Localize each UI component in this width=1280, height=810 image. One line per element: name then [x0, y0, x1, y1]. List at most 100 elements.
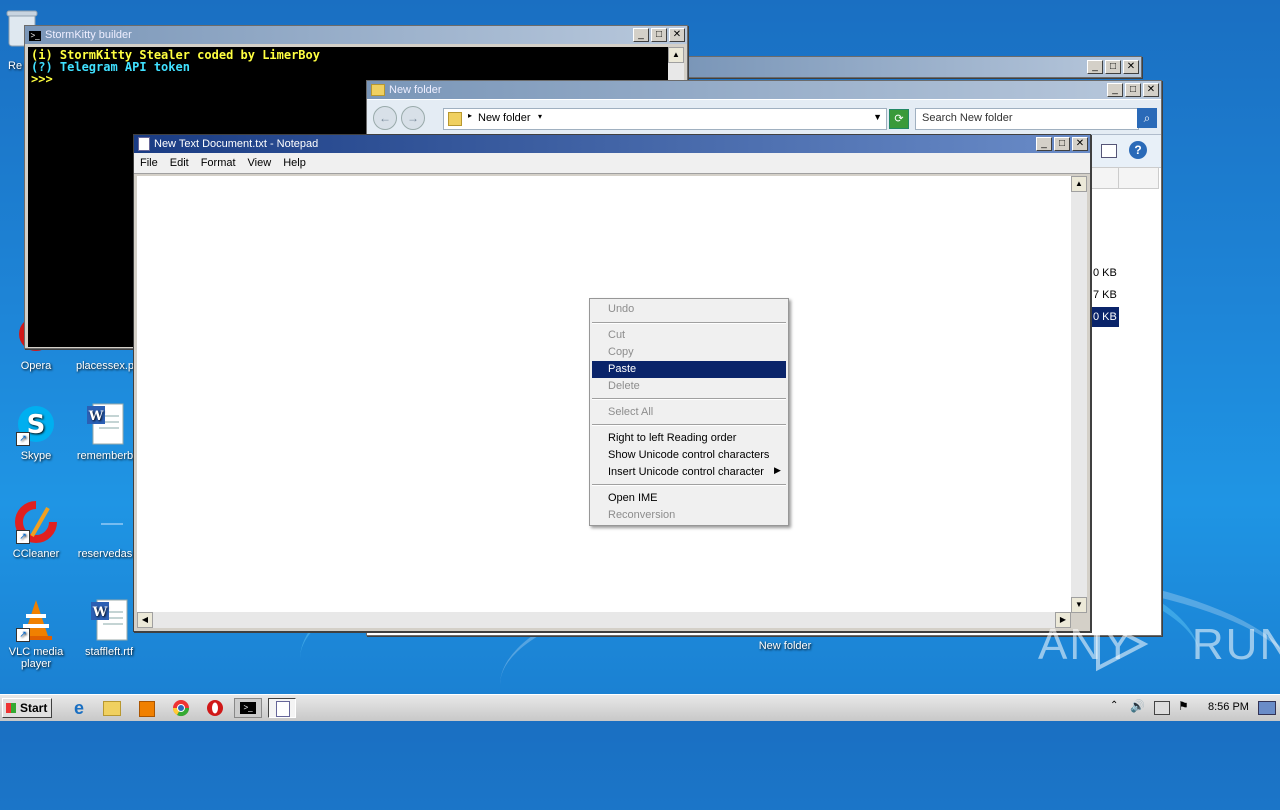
desktop-icon-rememberb[interactable]: W rememberb — [72, 402, 138, 462]
horizontal-scrollbar[interactable]: ◀ ▶ — [137, 612, 1071, 628]
watermark-text: ANY RUN — [1038, 620, 1280, 669]
context-menu-reconversion[interactable]: Reconversion — [592, 507, 786, 524]
folder-icon — [448, 112, 462, 126]
desktop-icon-skype[interactable]: S ↗ Skype — [3, 402, 69, 462]
desktop-icon-ccleaner[interactable]: ↗ CCleaner — [3, 500, 69, 560]
start-button[interactable]: Start — [2, 698, 52, 718]
desktop-icon-vlc[interactable]: ↗ VLC media player — [3, 598, 69, 670]
desktop-icon-label: Re — [8, 60, 23, 72]
address-dropdown-icon[interactable]: ▼ — [873, 112, 882, 122]
context-menu-show-unicode[interactable]: Show Unicode control characters — [592, 447, 786, 464]
maximize-button[interactable]: □ — [651, 28, 667, 42]
watermark: ANY RUN — [1038, 612, 1280, 672]
desktop-icon-label: placessex.p — [75, 360, 135, 372]
maximize-button[interactable]: □ — [1125, 83, 1141, 97]
vertical-scrollbar[interactable]: ▲ ▼ — [1071, 176, 1087, 613]
context-menu: Undo Cut Copy Paste Delete Select All Ri… — [589, 298, 789, 526]
word-document-icon: W — [87, 598, 131, 642]
console-title: StormKitty builder — [45, 29, 132, 41]
background-window[interactable]: _ □ ✕ — [686, 56, 1142, 78]
context-menu-insert-unicode[interactable]: Insert Unicode control character — [592, 464, 786, 481]
file-size-cell: 0 KB — [1093, 267, 1117, 279]
forward-button[interactable]: → — [401, 106, 425, 130]
console-app-icon: >_ — [29, 31, 41, 41]
close-button[interactable]: ✕ — [1072, 137, 1088, 151]
notepad-taskbar-button[interactable] — [268, 698, 296, 718]
action-center-flag-icon[interactable]: ⚑ — [1178, 699, 1189, 713]
scroll-up-button[interactable]: ▲ — [1071, 176, 1087, 192]
menu-edit[interactable]: Edit — [164, 157, 195, 169]
desktop-icon-label: VLC media player — [8, 646, 64, 670]
svg-text:W: W — [92, 605, 108, 620]
back-button[interactable]: ← — [373, 106, 397, 130]
shortcut-arrow-icon: ↗ — [16, 628, 30, 642]
clock[interactable]: 8:56 PM — [1208, 701, 1249, 713]
minimize-button[interactable]: _ — [1087, 60, 1103, 74]
address-field[interactable]: ▸ New folder ▾ ▼ — [443, 108, 887, 130]
context-menu-paste[interactable]: Paste — [592, 361, 786, 378]
explorer-titlebar[interactable]: New folder _ □ ✕ — [367, 81, 1161, 99]
explorer-address-bar: ← → ▸ New folder ▾ ▼ ⟳ Search New folder… — [367, 100, 1161, 135]
scroll-up-button[interactable]: ▲ — [668, 47, 684, 63]
windows-logo-icon — [6, 703, 16, 713]
close-button[interactable]: ✕ — [669, 28, 685, 42]
network-icon[interactable] — [1154, 701, 1170, 715]
menu-file[interactable]: File — [134, 157, 164, 169]
menu-separator — [592, 484, 786, 486]
preview-pane-icon[interactable] — [1101, 144, 1117, 158]
desktop-icon-label: reservedas — [77, 548, 133, 560]
console-line: (?) Telegram API token — [31, 60, 190, 74]
show-desktop-icon[interactable] — [1258, 701, 1276, 715]
background-window-titlebar[interactable]: _ □ ✕ — [687, 57, 1141, 77]
desktop-icon-reservedas[interactable]: reservedas — [72, 500, 138, 560]
context-menu-rtl-reading[interactable]: Right to left Reading order — [592, 430, 786, 447]
close-button[interactable]: ✕ — [1143, 83, 1159, 97]
console-titlebar[interactable]: >_ StormKitty builder _ □ ✕ — [25, 26, 687, 44]
minimize-button[interactable]: _ — [1107, 83, 1123, 97]
menu-separator — [592, 322, 786, 324]
menu-view[interactable]: View — [242, 157, 278, 169]
desktop-icon-label: staffleft.rtf — [84, 646, 134, 658]
minimize-button[interactable]: _ — [633, 28, 649, 42]
explorer-title: New folder — [389, 84, 442, 96]
scroll-down-button[interactable]: ▼ — [1071, 597, 1087, 613]
context-menu-delete[interactable]: Delete — [592, 378, 786, 395]
tray-expand-icon[interactable]: ⌃ — [1110, 700, 1118, 711]
console-taskbar-button[interactable]: >_ — [234, 698, 262, 718]
chevron-right-icon: ▸ — [468, 111, 473, 120]
context-menu-open-ime[interactable]: Open IME — [592, 490, 786, 507]
context-menu-cut[interactable]: Cut — [592, 327, 786, 344]
notepad-titlebar[interactable]: New Text Document.txt - Notepad _ □ ✕ — [134, 135, 1090, 153]
chevron-down-icon[interactable]: ▾ — [538, 112, 542, 121]
desktop-icon-label: CCleaner — [12, 548, 60, 560]
context-menu-undo[interactable]: Undo — [592, 301, 786, 318]
explorer-taskbar-icon[interactable] — [100, 698, 122, 718]
maximize-button[interactable]: □ — [1054, 137, 1070, 151]
maximize-button[interactable]: □ — [1105, 60, 1121, 74]
submenu-arrow-icon: ▶ — [774, 465, 781, 475]
menu-help[interactable]: Help — [277, 157, 312, 169]
chrome-icon[interactable] — [170, 698, 192, 718]
word-document-icon: W — [83, 402, 127, 446]
help-icon[interactable]: ? — [1129, 141, 1147, 159]
search-input[interactable]: Search New folder — [915, 108, 1139, 130]
ie-icon[interactable]: e — [68, 698, 90, 718]
context-menu-copy[interactable]: Copy — [592, 344, 786, 361]
refresh-button[interactable]: ⟳ — [889, 109, 909, 129]
folder-icon — [371, 84, 385, 97]
file-size-cell-selected[interactable]: 0 KB — [1091, 307, 1119, 327]
media-player-icon[interactable] — [136, 698, 158, 718]
ccleaner-icon: ↗ — [14, 500, 58, 544]
search-icon[interactable]: ⌕ — [1137, 108, 1157, 128]
notepad-app-icon — [138, 137, 150, 152]
scroll-left-button[interactable]: ◀ — [137, 612, 153, 628]
menu-format[interactable]: Format — [195, 157, 242, 169]
skype-icon: S ↗ — [14, 402, 58, 446]
context-menu-select-all[interactable]: Select All — [592, 404, 786, 421]
breadcrumb[interactable]: New folder — [478, 112, 531, 124]
close-button[interactable]: ✕ — [1123, 60, 1139, 74]
minimize-button[interactable]: _ — [1036, 137, 1052, 151]
volume-icon[interactable]: 🔊 — [1130, 699, 1145, 713]
column-header[interactable] — [1091, 167, 1159, 189]
opera-taskbar-icon[interactable] — [204, 698, 226, 718]
